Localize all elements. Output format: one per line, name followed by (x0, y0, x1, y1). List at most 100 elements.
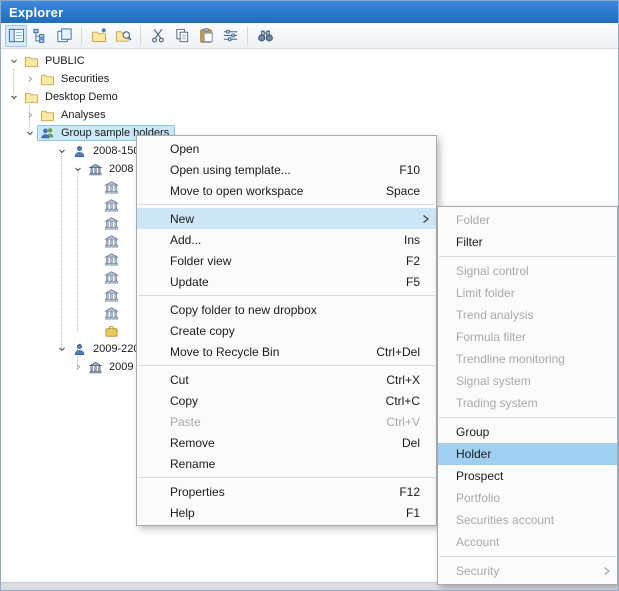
chevron-spacer (87, 288, 101, 302)
menu-separator (138, 204, 435, 205)
submenu-item-signal-control[interactable]: Signal control (438, 260, 617, 282)
bank-icon (103, 179, 120, 195)
paste-icon (198, 27, 215, 44)
submenu-item-trading-system[interactable]: Trading system (438, 392, 617, 414)
tree-list-icon (32, 27, 49, 44)
context-menu-item-properties[interactable]: PropertiesF12 (137, 481, 436, 502)
menu-shortcut: Ins (404, 233, 420, 247)
sliders-icon (222, 27, 239, 44)
chevron-down-icon[interactable] (7, 90, 21, 104)
context-menu-item-create-copy[interactable]: Create copy (137, 320, 436, 341)
copy-icon (174, 27, 191, 44)
submenu-item-account[interactable]: Account (438, 531, 617, 553)
context-menu-item-new[interactable]: New (137, 208, 436, 229)
bank-icon (103, 287, 120, 303)
context-menu-item-move-to-open-workspace[interactable]: Move to open workspaceSpace (137, 180, 436, 201)
new-submenu: FolderFilterSignal controlLimit folderTr… (437, 206, 618, 585)
cut-button[interactable] (147, 25, 169, 47)
submenu-item-portfolio[interactable]: Portfolio (438, 487, 617, 509)
chevron-spacer (87, 180, 101, 194)
context-menu-item-move-to-recycle-bin[interactable]: Move to Recycle BinCtrl+Del (137, 341, 436, 362)
paste-button[interactable] (195, 25, 217, 47)
context-menu-item-help[interactable]: HelpF1 (137, 502, 436, 523)
bank-icon (103, 215, 120, 231)
submenu-item-prospect[interactable]: Prospect (438, 465, 617, 487)
submenu-arrow-icon (422, 214, 430, 224)
chevron-right-icon[interactable] (23, 72, 37, 86)
chevron-down-icon[interactable] (55, 342, 69, 356)
chevron-down-icon[interactable] (7, 54, 21, 68)
view-settings-button[interactable] (219, 25, 241, 47)
tree-item-label: 2009-220 (91, 343, 142, 355)
menu-separator (439, 256, 616, 257)
copy-button[interactable] (171, 25, 193, 47)
submenu-item-folder[interactable]: Folder (438, 209, 617, 231)
submenu-item-group[interactable]: Group (438, 421, 617, 443)
window-titlebar[interactable]: Explorer (1, 1, 618, 23)
find-button[interactable] (254, 25, 276, 47)
tree-item-securities[interactable]: Securities (1, 70, 618, 88)
chevron-right-icon[interactable] (23, 108, 37, 122)
context-menu-item-copy[interactable]: CopyCtrl+C (137, 390, 436, 411)
portfolio-icon (103, 323, 120, 339)
context-menu-item-remove[interactable]: RemoveDel (137, 432, 436, 453)
folder-icon (39, 71, 56, 87)
context-menu-item-add[interactable]: Add...Ins (137, 229, 436, 250)
submenu-item-trend-analysis[interactable]: Trend analysis (438, 304, 617, 326)
folder-search-icon (115, 27, 132, 44)
context-menu-item-open-using-template[interactable]: Open using template...F10 (137, 159, 436, 180)
folder-icon (23, 89, 40, 105)
submenu-item-signal-system[interactable]: Signal system (438, 370, 617, 392)
chevron-right-icon[interactable] (71, 360, 85, 374)
toolbar-separator (140, 27, 141, 45)
menu-shortcut: F2 (406, 254, 420, 268)
context-menu-item-paste[interactable]: PasteCtrl+V (137, 411, 436, 432)
submenu-item-limit-folder[interactable]: Limit folder (438, 282, 617, 304)
scissors-icon (150, 27, 167, 44)
toolbar-separator (247, 27, 248, 45)
context-menu-item-rename[interactable]: Rename (137, 453, 436, 474)
bank-icon (103, 269, 120, 285)
chevron-spacer (87, 198, 101, 212)
submenu-item-holder[interactable]: Holder (438, 443, 617, 465)
folder-icon (39, 107, 56, 123)
menu-separator (138, 295, 435, 296)
chevron-down-icon[interactable] (55, 144, 69, 158)
context-menu-item-open[interactable]: Open (137, 138, 436, 159)
folder-tree-view-button[interactable] (29, 25, 51, 47)
chevron-down-icon[interactable] (23, 126, 37, 140)
context-menu: OpenOpen using template...F10Move to ope… (136, 135, 437, 526)
tree-item-label: PUBLIC (43, 55, 87, 67)
tree-item-analyses[interactable]: Analyses (1, 106, 618, 124)
submenu-item-filter[interactable]: Filter (438, 231, 617, 253)
pane-layout-button[interactable] (53, 25, 75, 47)
menu-shortcut: Space (386, 184, 420, 198)
window-title: Explorer (9, 5, 63, 20)
tree-item-label: 2008 (107, 163, 135, 175)
holder-icon (71, 143, 88, 159)
context-menu-item-copy-folder-to-new-dropbox[interactable]: Copy folder to new dropbox (137, 299, 436, 320)
menu-shortcut: Ctrl+C (386, 394, 420, 408)
tree-item-desktop-demo[interactable]: Desktop Demo (1, 88, 618, 106)
folder-search-button[interactable] (112, 25, 134, 47)
menu-separator (138, 365, 435, 366)
group-icon (39, 125, 56, 141)
submenu-arrow-icon (603, 566, 611, 576)
chevron-spacer (87, 306, 101, 320)
menu-shortcut: Ctrl+Del (376, 345, 420, 359)
submenu-item-formula-filter[interactable]: Formula filter (438, 326, 617, 348)
context-menu-item-folder-view[interactable]: Folder viewF2 (137, 250, 436, 271)
submenu-item-securities-account[interactable]: Securities account (438, 509, 617, 531)
tree-item-label: 2009 (107, 361, 135, 373)
submenu-item-trendline-monitoring[interactable]: Trendline monitoring (438, 348, 617, 370)
context-menu-item-update[interactable]: UpdateF5 (137, 271, 436, 292)
chevron-down-icon[interactable] (71, 162, 85, 176)
menu-shortcut: F12 (399, 485, 420, 499)
explorer-view-button[interactable] (5, 25, 27, 47)
new-folder-icon (91, 27, 108, 44)
holder-icon (71, 341, 88, 357)
new-folder-button[interactable] (88, 25, 110, 47)
context-menu-item-cut[interactable]: CutCtrl+X (137, 369, 436, 390)
tree-item-public[interactable]: PUBLIC (1, 52, 618, 70)
submenu-item-security[interactable]: Security (438, 560, 617, 582)
